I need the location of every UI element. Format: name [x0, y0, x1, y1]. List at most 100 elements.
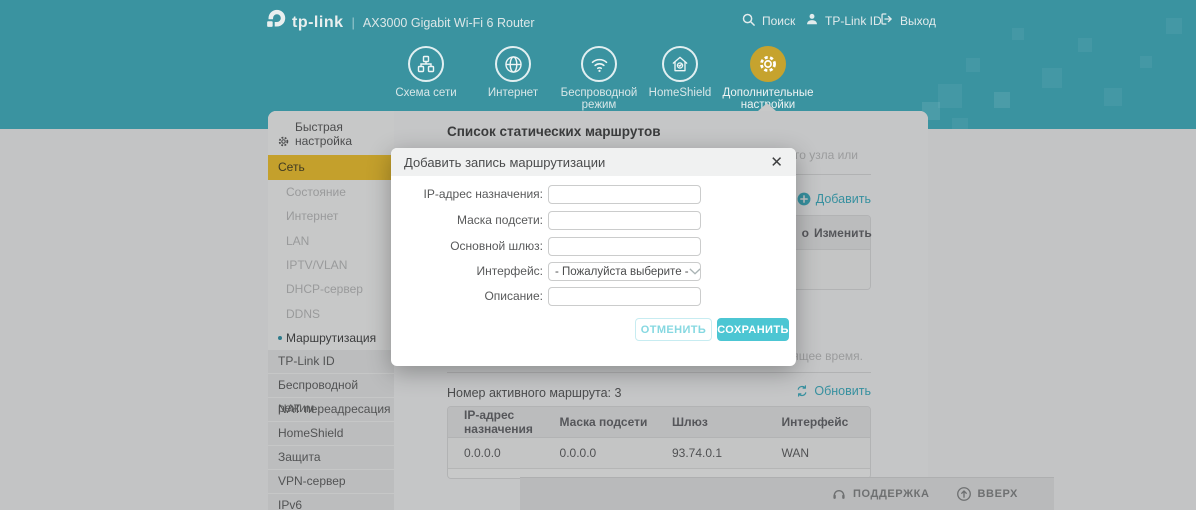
tplink-id-label: TP-Link ID [825, 14, 882, 28]
logout-button[interactable]: Выход [880, 12, 936, 29]
active-routes-description-fragment: ящее время. [792, 349, 863, 363]
search-icon [741, 12, 756, 30]
person-icon [805, 12, 819, 29]
brand-name: tp-link [292, 14, 344, 32]
sidebar-item-label: Защита [278, 450, 321, 464]
active-routes-table-header: IP-адрес назначения Маска подсети Шлюз И… [448, 407, 870, 438]
active-route-count: Номер активного маршрута: 3 [447, 386, 621, 400]
tplink-id-button[interactable]: TP-Link ID [805, 12, 882, 29]
logout-icon [880, 12, 894, 29]
active-routes-table: IP-адрес назначения Маска подсети Шлюз И… [447, 406, 871, 479]
page-title: Список статических маршрутов [447, 124, 661, 139]
pixel-decoration [938, 84, 962, 108]
column-header: IP-адрес назначения [448, 408, 560, 436]
globe-icon [495, 46, 531, 82]
sidebar-item-wireless[interactable]: Беспроводной режим [268, 374, 394, 398]
plus-circle-icon [797, 192, 811, 206]
refresh-icon [795, 384, 809, 398]
search-button[interactable]: Поиск [741, 12, 795, 30]
sidebar-item-status[interactable]: Состояние [268, 180, 394, 204]
support-label: ПОДДЕРЖКА [853, 488, 930, 500]
gear-icon [750, 46, 786, 82]
sidebar-item-lan[interactable]: LAN [268, 229, 394, 253]
interface-label: Интерфейс: [391, 262, 543, 281]
refresh-button[interactable]: Обновить [795, 384, 871, 398]
cancel-button[interactable]: ОТМЕНИТЬ [635, 318, 712, 341]
save-button[interactable]: СОХРАНИТЬ [717, 318, 789, 341]
back-to-top-button[interactable]: ВВЕРХ [956, 486, 1018, 502]
cell-destination-ip: 0.0.0.0 [448, 446, 560, 460]
search-label: Поиск [762, 14, 795, 28]
arrow-up-circle-icon [956, 486, 972, 502]
quick-setup-gear-icon [277, 135, 290, 148]
active-route-count-label: Номер активного маршрута: [447, 386, 611, 400]
description-label: Описание: [391, 287, 543, 306]
sidebar-item-label: Быстрая настройка [295, 120, 394, 148]
sidebar-network-submenu: Состояние Интернет LAN IPTV/VLAN DHCP-се… [268, 180, 394, 350]
brand-block: tp-link | AX3000 Gigabit Wi-Fi 6 Router [264, 8, 535, 37]
pixel-decoration [1012, 28, 1024, 40]
sidebar-item-routing[interactable]: Маршрутизация [268, 326, 394, 350]
dialog-header: Добавить запись маршрутизации ✕ [391, 148, 796, 176]
tplink-logo-icon [264, 8, 288, 37]
brand-separator: | [352, 15, 355, 30]
header-bar: tp-link | AX3000 Gigabit Wi-Fi 6 Router … [0, 0, 1196, 129]
sidebar-item-security[interactable]: Защита [268, 446, 394, 470]
sidebar-item-label: Интернет [286, 209, 338, 223]
chevron-down-icon [689, 268, 701, 275]
sidebar-item-label: Сеть [278, 160, 305, 174]
active-item-dot-icon [278, 336, 282, 340]
router-model: AX3000 Gigabit Wi-Fi 6 Router [363, 16, 535, 30]
sidebar-item-homeshield[interactable]: HomeShield [268, 422, 394, 446]
footer-bar: ПОДДЕРЖКА ВВЕРХ [520, 477, 1054, 510]
sidebar-item-dhcp-server[interactable]: DHCP-сервер [268, 277, 394, 301]
pixel-decoration [1042, 68, 1062, 88]
sidebar-item-label: IPv6 [278, 498, 302, 510]
cell-subnet-mask: 0.0.0.0 [560, 446, 672, 460]
sidebar-item-nat-forwarding[interactable]: NAT переадресация [268, 398, 394, 422]
description-field[interactable] [548, 287, 701, 306]
sidebar-item-internet[interactable]: Интернет [268, 204, 394, 228]
interface-select[interactable]: - Пожалуйста выберите - [548, 262, 701, 281]
sidebar-item-label: TP-Link ID [278, 354, 335, 368]
divider [447, 372, 871, 373]
column-header: Маска подсети [560, 415, 672, 429]
wifi-icon [581, 46, 617, 82]
sidebar-item-label: NAT переадресация [278, 402, 391, 416]
sidebar-item-label: DHCP-сервер [286, 282, 363, 296]
subnet-mask-label: Маска подсети: [391, 211, 543, 230]
sidebar-item-label: HomeShield [278, 426, 343, 440]
network-map-icon [408, 46, 444, 82]
nav-advanced-settings[interactable]: Дополнительные настройки [712, 46, 824, 111]
sidebar-item-vpn-server[interactable]: VPN-сервер [268, 470, 394, 494]
sidebar-item-network[interactable]: Сеть [268, 155, 394, 180]
sidebar: Быстрая настройка Сеть Состояние Интерне… [268, 111, 394, 510]
add-route-button[interactable]: Добавить [797, 192, 871, 206]
pixel-decoration [1166, 18, 1182, 34]
cell-interface: WAN [781, 446, 870, 460]
sidebar-item-label: IPTV/VLAN [286, 258, 347, 272]
subnet-mask-field[interactable] [548, 211, 701, 230]
refresh-label: Обновить [814, 384, 871, 398]
sidebar-item-quick-setup[interactable]: Быстрая настройка [268, 111, 394, 155]
logout-label: Выход [900, 14, 936, 28]
sidebar-item-label: Состояние [286, 185, 346, 199]
sidebar-item-ipv6[interactable]: IPv6 [268, 494, 394, 510]
column-header-edit: Изменить [814, 216, 872, 250]
headset-icon [831, 486, 847, 502]
router-admin-page: tp-link | AX3000 Gigabit Wi-Fi 6 Router … [0, 0, 1196, 510]
close-icon[interactable]: ✕ [770, 155, 783, 170]
sidebar-item-iptv-vlan[interactable]: IPTV/VLAN [268, 253, 394, 277]
pixel-decoration [1078, 38, 1092, 52]
destination-ip-field[interactable] [548, 185, 701, 204]
default-gateway-field[interactable] [548, 237, 701, 256]
pixel-decoration [994, 92, 1010, 108]
sidebar-item-ddns[interactable]: DDNS [268, 301, 394, 325]
support-button[interactable]: ПОДДЕРЖКА [831, 486, 930, 502]
column-header: Интерфейс [781, 415, 870, 429]
column-header-fragment: о [802, 216, 809, 250]
pixel-decoration [1104, 88, 1122, 106]
sidebar-item-tplink-id[interactable]: TP-Link ID [268, 350, 394, 374]
back-to-top-label: ВВЕРХ [978, 488, 1018, 500]
active-route-count-value: 3 [615, 386, 622, 400]
